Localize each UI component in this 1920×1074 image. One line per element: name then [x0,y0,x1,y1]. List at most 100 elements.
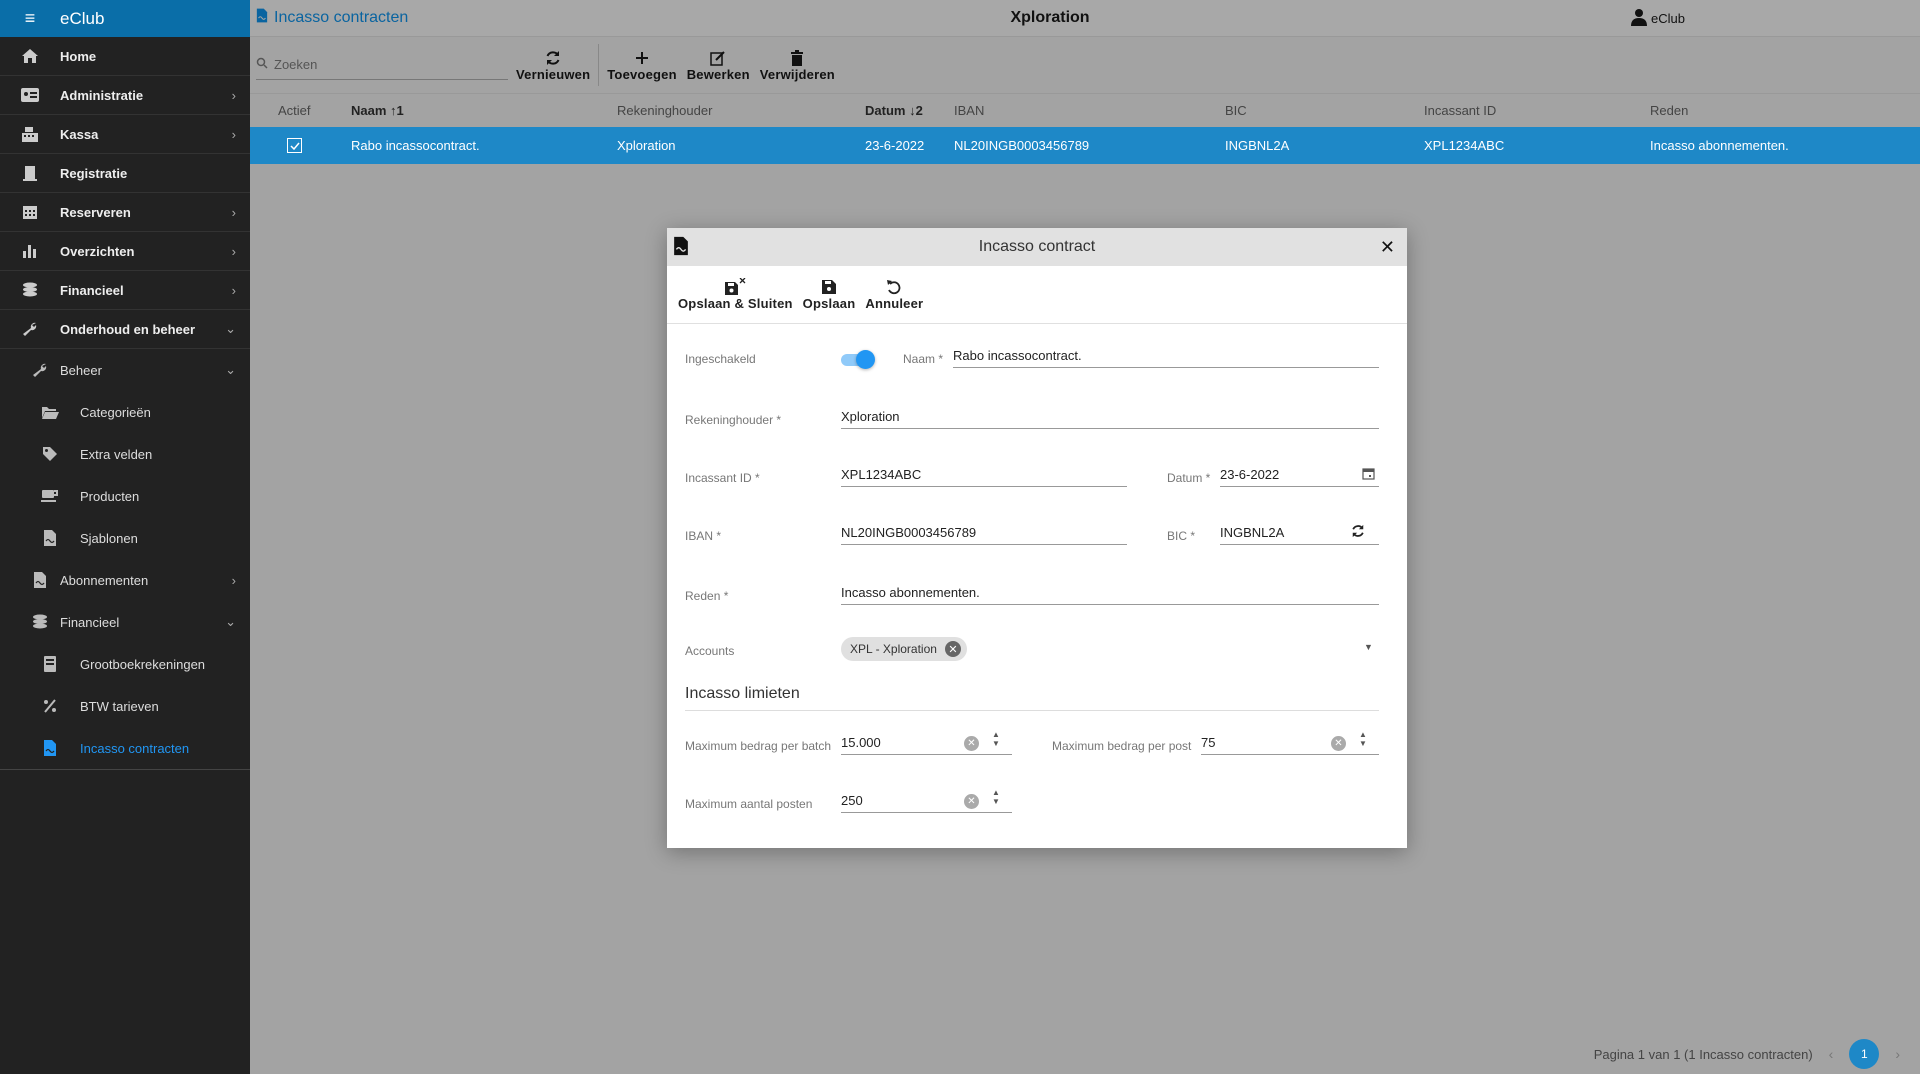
account-chip-label: XPL - Xploration [850,642,937,656]
clear-icon[interactable]: ✕ [964,794,979,809]
col-incassant[interactable]: Incassant ID [1424,103,1496,118]
enabled-toggle[interactable] [841,350,875,369]
incassant-label: Incassant ID * [685,471,760,485]
edit-button[interactable]: Bewerken [687,49,750,82]
sidebar-item-producten[interactable]: Producten [0,475,250,517]
iban-field[interactable]: NL20INGB0003456789 [841,521,1127,545]
file-signature-icon [20,572,60,588]
chevron-down-icon: ⌄ [225,614,236,629]
sidebar-item-label: Incasso contracten [80,740,190,756]
clear-icon[interactable]: ✕ [1331,736,1346,751]
add-button[interactable]: Toevoegen [607,49,677,82]
menu-icon[interactable]: ≡ [0,8,60,29]
col-actief[interactable]: Actief [278,103,311,118]
sidebar-item-incasso-contracten[interactable]: Incasso contracten [0,727,250,769]
col-iban[interactable]: IBAN [954,103,984,118]
user-icon [1631,8,1648,29]
calendar-icon [0,204,60,220]
row-checkbox[interactable] [287,138,302,153]
account-chip[interactable]: XPL - Xploration ✕ [841,637,967,661]
max-posten-field[interactable]: 250 [841,789,1012,813]
save-icon [822,278,836,296]
sidebar-item-registratie[interactable]: Registratie [0,154,250,193]
col-reden[interactable]: Reden [1650,103,1688,118]
chevron-right-icon: › [231,282,236,298]
prev-page-icon[interactable]: ‹ [1829,1046,1834,1062]
sidebar-item-administratie[interactable]: Administratie › [0,76,250,115]
sidebar-item-label: Kassa [60,126,99,142]
refresh-icon[interactable] [1351,524,1365,541]
col-datum[interactable]: Datum ↓2 [865,103,923,118]
chevron-down-icon: ⌄ [225,362,236,377]
sidebar-item-onderhoud[interactable]: Onderhoud en beheer ⌄ [0,310,250,349]
sidebar-item-categorieen[interactable]: Categorieën [0,391,250,433]
col-rekeninghouder[interactable]: Rekeninghouder [617,103,712,118]
refresh-button[interactable]: Vernieuwen [516,49,590,82]
rekeninghouder-label: Rekeninghouder * [685,413,782,427]
sidebar-item-label: Financieel [60,282,124,298]
stepper-icon[interactable]: ▲ ▼ [992,788,1000,806]
col-bic[interactable]: BIC [1225,103,1247,118]
toggle-knob [856,350,875,369]
stepper-icon[interactable]: ▲ ▼ [992,730,1000,748]
save-close-button[interactable]: Opslaan & Sluiten [678,278,793,311]
clear-icon[interactable]: ✕ [964,736,979,751]
delete-button[interactable]: Verwijderen [760,49,835,82]
sidebar-item-financieel[interactable]: Financieel › [0,271,250,310]
naam-field[interactable]: Rabo incassocontract. [953,344,1379,368]
toolbar-divider [598,44,600,86]
page-1-button[interactable]: 1 [1849,1039,1880,1069]
sidebar-item-label: Sjablonen [80,530,138,546]
sidebar-item-label: BTW tarieven [80,698,159,714]
max-post-field[interactable]: 75 [1201,731,1379,755]
sidebar-item-extra-velden[interactable]: Extra velden [0,433,250,475]
calendar-icon[interactable] [1362,467,1375,483]
refresh-label: Vernieuwen [516,66,591,82]
cell-naam: Rabo incassocontract. [351,138,480,153]
dropdown-arrow-icon[interactable]: ▼ [1364,642,1373,652]
contract-form: Ingeschakeld Naam * Rabo incassocontract… [667,324,1407,844]
close-icon[interactable]: ✕ [1380,237,1395,258]
sidebar-item-home[interactable]: Home [0,37,250,76]
home-icon [0,48,60,64]
sidebar-item-kassa[interactable]: Kassa › [0,115,250,154]
bic-field[interactable]: INGBNL2A [1220,521,1379,545]
data-grid: Actief Naam ↑1 Rekeninghouder Datum ↓2 I… [250,94,1920,164]
chevron-down-icon: ⌄ [225,321,236,336]
sidebar-item-overzichten[interactable]: Overzichten › [0,232,250,271]
sidebar-item-btw-tarieven[interactable]: BTW tarieven [0,685,250,727]
percent-icon [30,699,70,713]
sidebar-item-beheer[interactable]: Beheer ⌄ [0,349,250,391]
undo-icon [886,278,902,296]
rekeninghouder-field[interactable]: Xploration [841,405,1379,429]
sidebar-divider [0,769,250,770]
sidebar-item-label: Extra velden [80,446,153,462]
sidebar-item-financieel-sub[interactable]: Financieel ⌄ [0,601,250,643]
datum-field[interactable]: 23-6-2022 [1220,463,1379,487]
sidebar-item-grootboekrekeningen[interactable]: Grootboekrekeningen [0,643,250,685]
search-box[interactable] [256,50,508,80]
col-naam[interactable]: Naam ↑1 [351,103,404,118]
chevron-right-icon: › [231,243,236,259]
sidebar-header: ≡ eClub [0,0,250,37]
cancel-button[interactable]: Annuleer [865,278,923,311]
sidebar-item-sjablonen[interactable]: Sjablonen [0,517,250,559]
stepper-icon[interactable]: ▲ ▼ [1359,730,1367,748]
reden-field[interactable]: Incasso abonnementen. [841,581,1379,605]
dialog-toolbar: Opslaan & Sluiten Opslaan Annuleer [667,266,1407,324]
next-page-icon[interactable]: › [1895,1046,1900,1062]
incassant-field[interactable]: XPL1234ABC [841,463,1127,487]
search-input[interactable] [274,57,494,72]
remove-chip-icon[interactable]: ✕ [944,641,961,657]
save-button[interactable]: Opslaan [803,278,856,311]
header: Incasso contracten Xploration eClub [250,0,1920,37]
max-batch-field[interactable]: 15.000 [841,731,1012,755]
file-signature-icon [673,236,689,259]
sidebar-item-reserveren[interactable]: Reserveren › [0,193,250,232]
user-menu[interactable]: eClub [1631,8,1685,29]
sort-desc-icon: ↓2 [909,103,923,118]
incasso-contract-dialog: Incasso contract ✕ Opslaan & Sluiten Ops… [667,228,1407,848]
sidebar-item-abonnementen[interactable]: Abonnementen › [0,559,250,601]
table-row[interactable]: Rabo incassocontract. Xploration 23-6-20… [250,127,1920,164]
col-naam-label: Naam [351,103,387,118]
